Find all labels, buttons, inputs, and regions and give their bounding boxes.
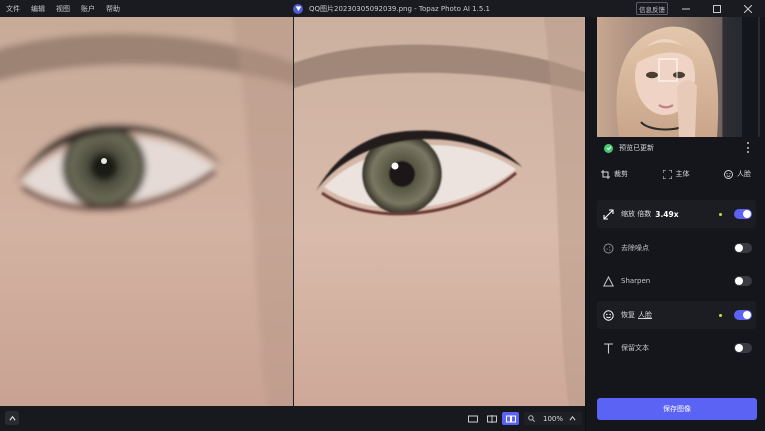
face-label: 人脸 [737, 170, 751, 178]
denoise-label: 去除噪点 [621, 244, 649, 252]
app-window: 文件 编辑 视图 账户 帮助 QQ图片20230305092039.png - … [0, 0, 765, 431]
crop-button[interactable]: 裁剪 [597, 167, 632, 181]
feedback-button[interactable]: 信息反馈 [636, 2, 668, 15]
denoise-row[interactable]: 去除噪点 [597, 234, 756, 262]
recover-active-dot [719, 314, 722, 317]
chevron-up-icon [569, 415, 576, 421]
preserve-text-label: 保留文本 [621, 344, 649, 352]
original-image-pane[interactable] [0, 17, 293, 406]
single-view-button[interactable] [464, 412, 481, 425]
thumbnail-scrollbar[interactable] [757, 17, 761, 137]
crop-label: 裁剪 [614, 170, 628, 178]
zoom-select[interactable]: 100% [524, 412, 582, 425]
save-image-button[interactable]: 保存图像 [597, 398, 757, 420]
zoom-icon [528, 415, 535, 422]
side-by-side-icon [505, 415, 516, 422]
split-view-icon [486, 414, 497, 423]
thumbnail-portrait [597, 17, 742, 137]
upscale-toggle[interactable] [734, 209, 752, 219]
split-view-button[interactable] [483, 412, 500, 425]
menu-account[interactable]: 账户 [81, 4, 95, 14]
face-icon [724, 169, 733, 179]
side-by-side-view-button[interactable] [502, 412, 519, 425]
menu-file[interactable]: 文件 [6, 4, 20, 14]
preview-status: 预览已更新 [604, 143, 654, 153]
recover-faces-link[interactable]: 人脸 [638, 310, 652, 320]
expand-panel-button[interactable] [5, 411, 19, 425]
menu-bar: 文件 编辑 视图 账户 帮助 [0, 0, 131, 17]
navigator-thumbnail[interactable] [597, 17, 742, 137]
upscale-active-dot [719, 213, 722, 216]
minimize-button[interactable] [678, 0, 694, 17]
preview-status-text: 预览已更新 [619, 144, 654, 152]
minimize-icon [682, 8, 690, 9]
enhanced-eye-image [294, 17, 585, 406]
close-button[interactable] [740, 0, 756, 17]
sharpen-label: Sharpen [621, 277, 651, 285]
menu-view[interactable]: 视图 [56, 4, 70, 14]
photo-preview[interactable] [0, 17, 585, 406]
window-title: QQ图片20230305092039.png - Topaz Photo AI … [309, 4, 490, 13]
denoise-icon [603, 243, 614, 254]
menu-edit[interactable]: 编辑 [31, 4, 45, 14]
tool-row: 裁剪 主体 人脸 [597, 167, 755, 181]
preserve-text-row[interactable]: 保留文本 [597, 334, 756, 362]
close-icon [744, 4, 752, 13]
topaz-logo-icon [293, 3, 303, 14]
menu-help[interactable]: 帮助 [106, 4, 120, 14]
face-button[interactable]: 人脸 [720, 167, 755, 181]
subject-button[interactable]: 主体 [659, 167, 694, 181]
chevron-up-icon [8, 415, 16, 421]
text-icon [603, 342, 614, 354]
recover-faces-row[interactable]: 恢复 人脸 [597, 301, 756, 329]
enhanced-image-pane[interactable] [294, 17, 585, 406]
sharpen-toggle[interactable] [734, 276, 752, 286]
recover-label: 恢复 [621, 311, 635, 319]
upscale-icon [603, 208, 614, 220]
bottom-toolbar: 100% [0, 406, 585, 431]
upscale-factor: 3.49x [655, 209, 679, 219]
sharpen-row[interactable]: Sharpen [597, 267, 756, 295]
maximize-button[interactable] [709, 0, 725, 17]
title-bar: 文件 编辑 视图 账户 帮助 QQ图片20230305092039.png - … [0, 0, 765, 17]
face-recovery-icon [603, 309, 614, 321]
sharpen-icon [603, 275, 614, 287]
zoom-level: 100% [543, 414, 564, 423]
check-circle-icon [604, 143, 613, 153]
window-title-group: QQ图片20230305092039.png - Topaz Photo AI … [293, 0, 490, 17]
subject-label: 主体 [675, 170, 690, 178]
original-eye-image [0, 17, 293, 406]
preserve-text-toggle[interactable] [734, 343, 752, 353]
subject-icon [662, 169, 672, 179]
single-view-icon [467, 415, 478, 422]
recover-faces-toggle[interactable] [734, 310, 752, 320]
more-options-icon[interactable] [744, 142, 752, 153]
maximize-icon [713, 4, 721, 13]
upscale-row[interactable]: 缩放 倍数 3.49x [597, 200, 756, 228]
crop-icon [601, 169, 610, 179]
upscale-label: 缩放 倍数 [621, 210, 652, 218]
denoise-toggle[interactable] [734, 243, 752, 253]
side-panel: 预览已更新 裁剪 主体 人脸 缩放 倍数 3.49x 去除噪点 Sharpen … [585, 17, 765, 431]
